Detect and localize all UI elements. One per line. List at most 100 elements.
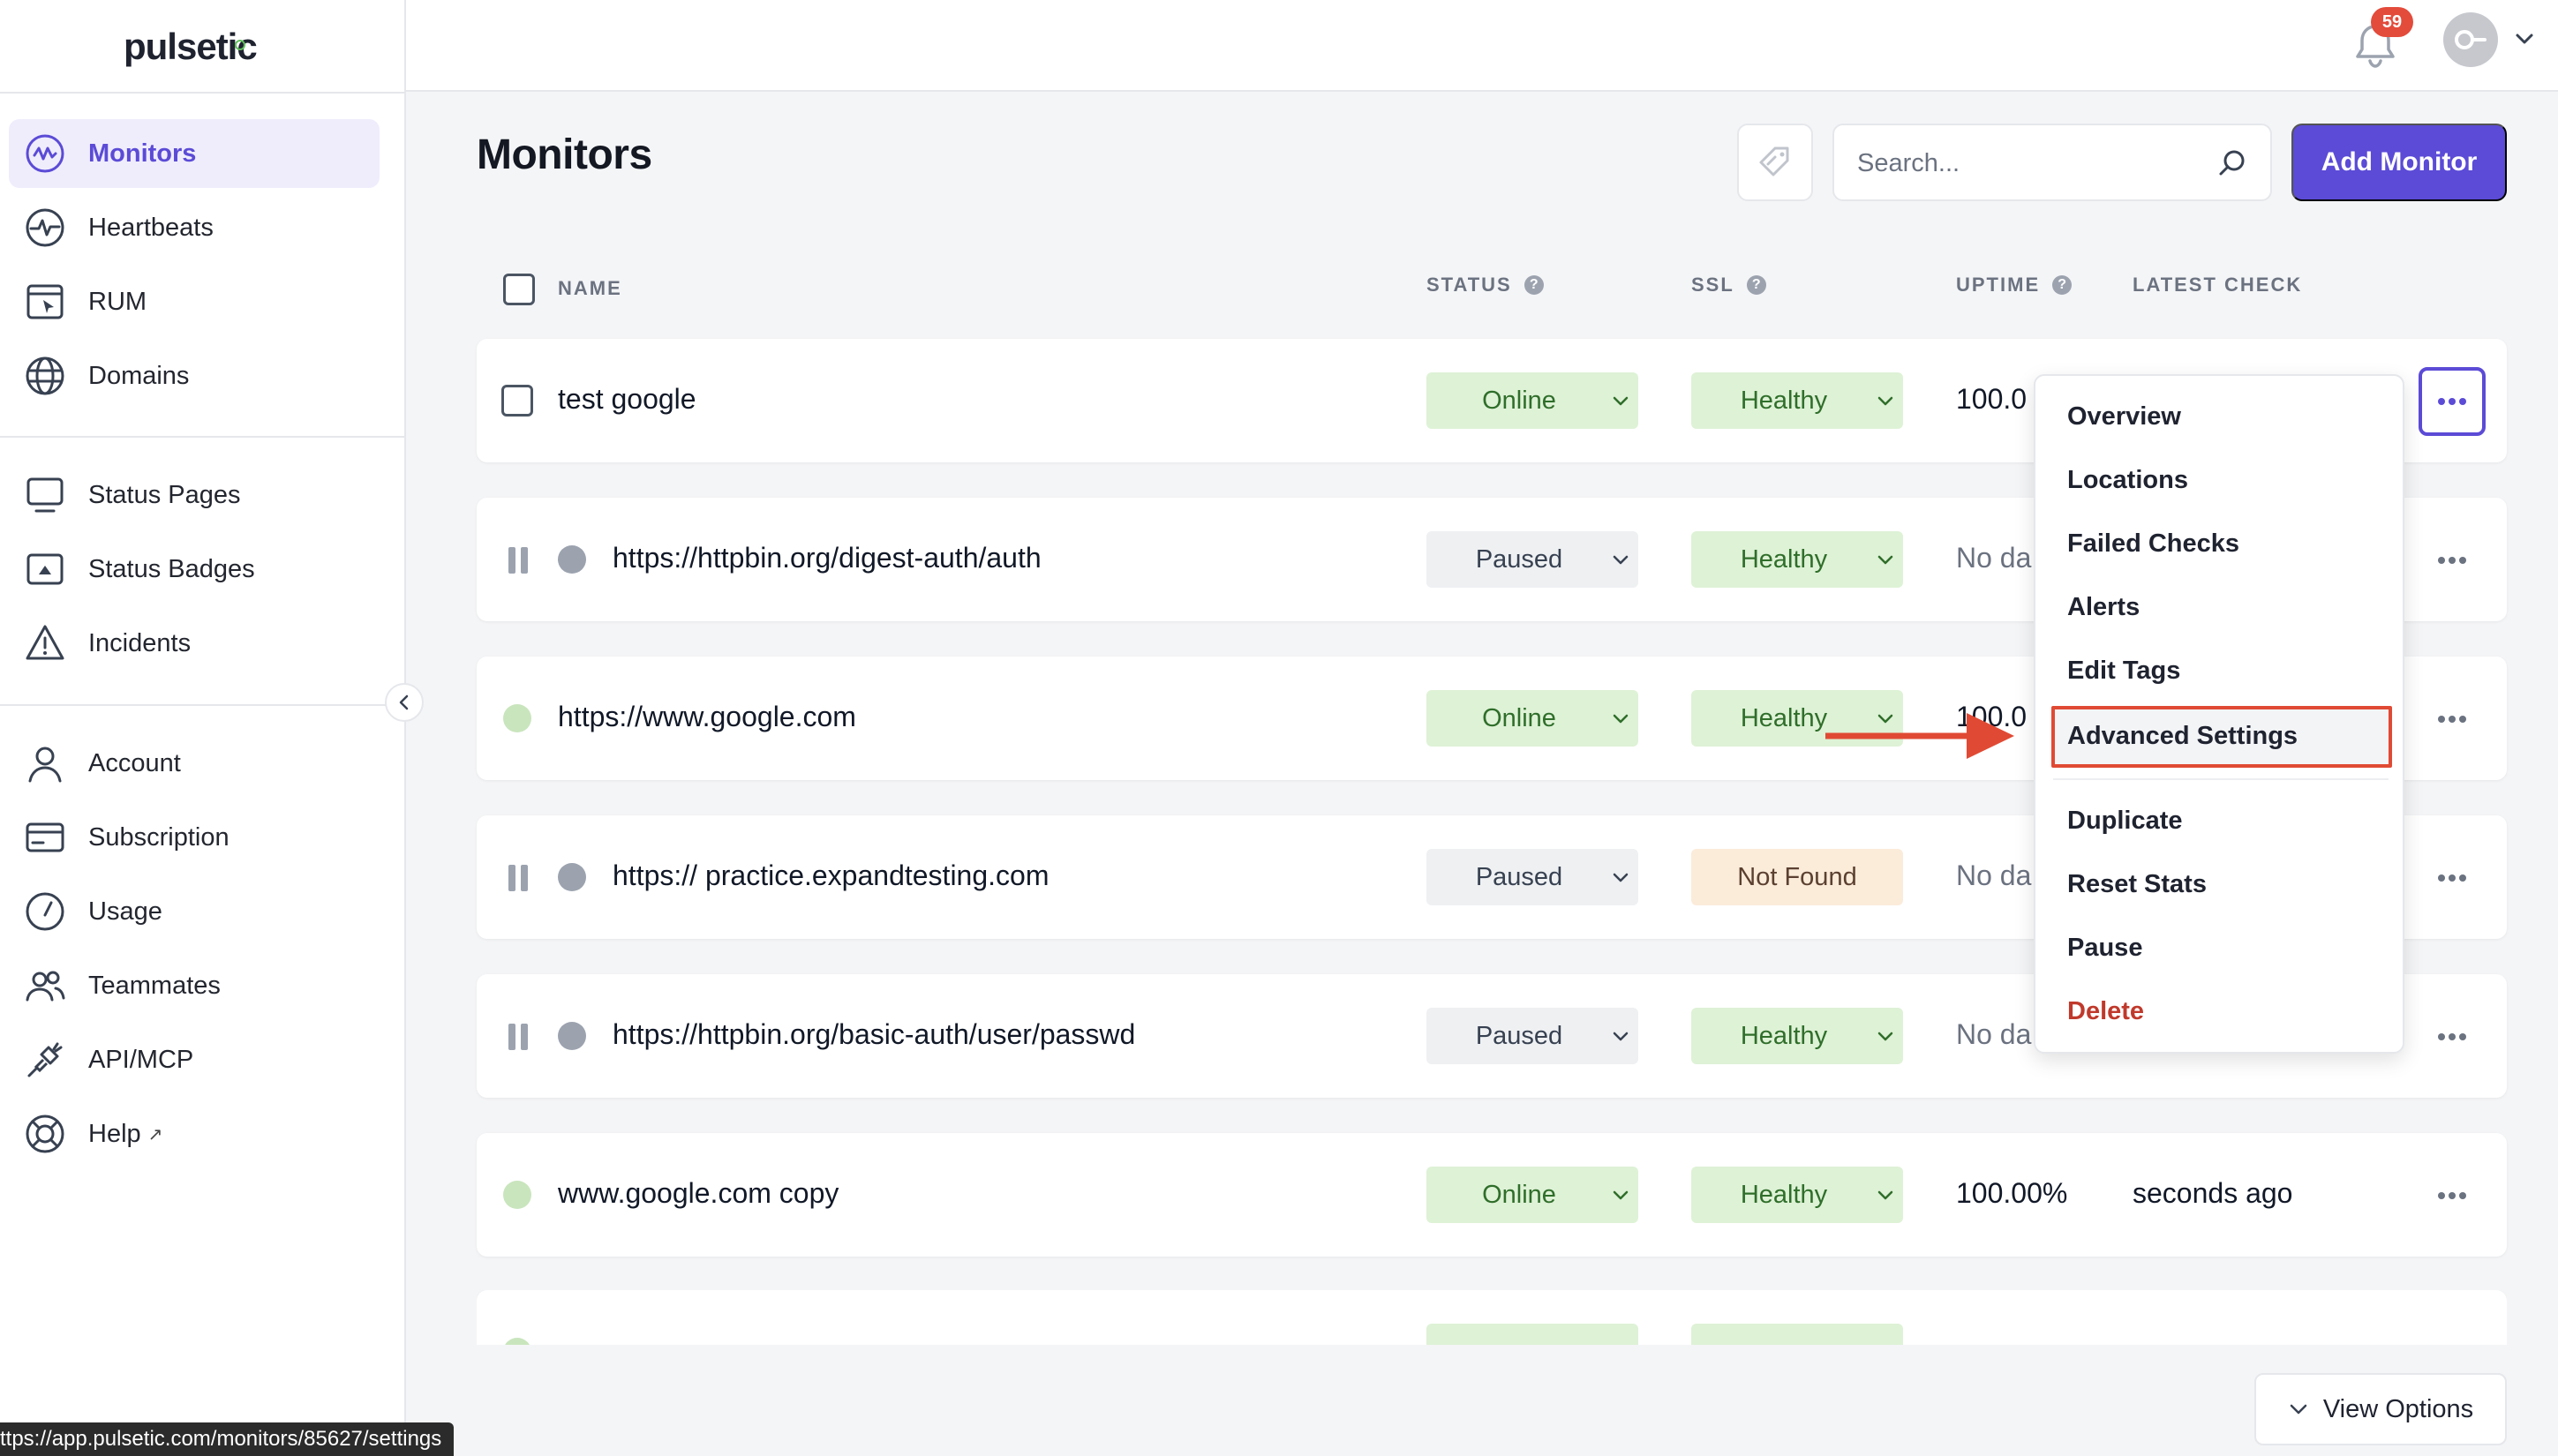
sidebar-item-label: Domains xyxy=(88,361,190,390)
row-actions-button[interactable] xyxy=(2419,692,2486,747)
chevron-down-icon xyxy=(1603,709,1638,728)
chevron-down-icon[interactable] xyxy=(2514,28,2535,49)
chevron-down-icon xyxy=(1603,1026,1638,1046)
status-dot xyxy=(503,704,531,732)
help-icon[interactable]: ? xyxy=(2052,275,2073,295)
avatar[interactable] xyxy=(2443,12,2498,67)
column-name[interactable]: NAME xyxy=(558,277,622,300)
row-actions-button[interactable] xyxy=(2419,533,2486,588)
sidebar-item-teammates[interactable]: Teammates xyxy=(9,951,380,1020)
status-select[interactable]: Paused xyxy=(1426,1008,1638,1064)
status-select[interactable]: Paused xyxy=(1426,531,1638,588)
status-dot xyxy=(503,1181,531,1209)
ssl-select[interactable]: Healthy xyxy=(1691,1167,1903,1223)
ssl-select[interactable]: Healthy xyxy=(1691,372,1903,429)
sidebar-item-domains[interactable]: Domains xyxy=(9,341,380,410)
menu-item-reset-stats[interactable]: Reset Stats xyxy=(2067,859,2367,909)
monitor-name[interactable]: https:// practice.expandtesting.com xyxy=(613,859,1049,892)
menu-item-edit-tags[interactable]: Edit Tags xyxy=(2067,646,2367,695)
table-row[interactable] xyxy=(477,1290,2507,1345)
row-actions-button[interactable] xyxy=(2419,1168,2486,1223)
sidebar-item-rum[interactable]: RUM xyxy=(9,267,380,336)
column-latest-label: LATEST CHECK xyxy=(2133,274,2303,296)
help-icon[interactable]: ? xyxy=(1746,275,1766,295)
column-latest-check[interactable]: LATEST CHECK xyxy=(2133,274,2302,296)
ssl-value: Not Found xyxy=(1737,862,1857,891)
menu-item-delete[interactable]: Delete xyxy=(2067,987,2367,1036)
sidebar-item-account[interactable]: Account xyxy=(9,729,380,798)
ssl-select[interactable] xyxy=(1691,1324,1903,1345)
status-select[interactable]: Paused xyxy=(1426,849,1638,905)
status-select[interactable] xyxy=(1426,1324,1638,1345)
row-actions-button[interactable] xyxy=(2419,367,2486,436)
table-row-clipped xyxy=(477,1290,2507,1345)
menu-item-duplicate[interactable]: Duplicate xyxy=(2067,796,2367,845)
menu-item-overview[interactable]: Overview xyxy=(2067,392,2367,441)
sidebar-item-heartbeats[interactable]: Heartbeats xyxy=(9,193,380,262)
sidebar-item-monitors[interactable]: Monitors xyxy=(9,119,380,188)
menu-item-locations[interactable]: Locations xyxy=(2067,455,2367,505)
sidebar-item-label: RUM xyxy=(88,287,147,316)
sidebar-item-status-badges[interactable]: Status Badges xyxy=(9,535,380,604)
select-all-checkbox[interactable] xyxy=(503,274,535,305)
sidebar-item-status-pages[interactable]: Status Pages xyxy=(9,461,380,529)
ssl-select[interactable]: Healthy xyxy=(1691,531,1903,588)
sidebar-item-help[interactable]: Help ↗ xyxy=(9,1100,380,1168)
table-row[interactable]: www.google.com copy Online Healthy 100.0… xyxy=(477,1133,2507,1257)
monitor-name[interactable]: www.google.com copy xyxy=(558,1177,839,1210)
search-input[interactable] xyxy=(1857,141,2193,185)
row-actions-button[interactable] xyxy=(2419,1009,2486,1064)
row-actions-button[interactable] xyxy=(2419,851,2486,905)
status-value: Paused xyxy=(1475,862,1563,891)
page-title: Monitors xyxy=(477,131,652,178)
chevron-down-icon xyxy=(1868,391,1903,410)
sidebar-item-label: Incidents xyxy=(88,628,192,657)
sidebar-divider xyxy=(0,436,404,438)
monitor-name[interactable]: https://httpbin.org/basic-auth/user/pass… xyxy=(613,1018,1135,1051)
chevron-down-icon xyxy=(1603,550,1638,569)
sidebar-item-label: Heartbeats xyxy=(88,213,214,242)
menu-item-pause[interactable]: Pause xyxy=(2067,923,2367,972)
collapse-sidebar-button[interactable] xyxy=(385,683,424,722)
add-monitor-button[interactable]: Add Monitor xyxy=(2291,124,2507,201)
browser-cursor-icon xyxy=(23,280,67,324)
column-ssl[interactable]: SSL? xyxy=(1691,274,1766,296)
menu-item-advanced-settings[interactable]: Advanced Settings xyxy=(2067,711,2367,761)
menu-item-failed-checks[interactable]: Failed Checks xyxy=(2067,519,2367,568)
chevron-down-icon xyxy=(1603,867,1638,887)
monitor-name[interactable]: https://httpbin.org/digest-auth/auth xyxy=(613,542,1042,574)
status-dot xyxy=(558,545,586,574)
user-icon xyxy=(23,741,67,785)
badge-icon xyxy=(23,547,67,591)
ssl-value: Healthy xyxy=(1740,1180,1828,1209)
plug-icon xyxy=(23,1038,67,1082)
column-name-label: NAME xyxy=(558,277,622,299)
tags-filter-button[interactable] xyxy=(1737,124,1813,201)
latest-check-value: seconds ago xyxy=(2133,1177,2293,1209)
chevron-down-icon xyxy=(2290,1404,2307,1415)
ssl-value: Healthy xyxy=(1740,386,1828,415)
sidebar-item-usage[interactable]: Usage xyxy=(9,877,380,946)
sidebar-item-incidents[interactable]: Incidents xyxy=(9,609,380,678)
monitor-name[interactable]: test google xyxy=(558,383,696,416)
app-logo[interactable]: pulsetic xyxy=(124,16,258,78)
chevron-down-icon xyxy=(1868,1185,1903,1205)
view-options-button[interactable]: View Options xyxy=(2254,1373,2507,1445)
menu-item-alerts[interactable]: Alerts xyxy=(2067,582,2367,632)
ssl-select[interactable]: Healthy xyxy=(1691,1008,1903,1064)
status-value: Paused xyxy=(1475,1021,1563,1050)
chevron-down-icon xyxy=(1603,391,1638,410)
column-status[interactable]: STATUS? xyxy=(1426,274,1544,296)
column-uptime[interactable]: UPTIME? xyxy=(1956,274,2073,296)
sidebar-item-subscription[interactable]: Subscription xyxy=(9,803,380,872)
status-select[interactable]: Online xyxy=(1426,1167,1638,1223)
status-value: Online xyxy=(1482,703,1556,732)
row-checkbox[interactable] xyxy=(501,385,533,417)
help-icon[interactable]: ? xyxy=(1524,275,1544,295)
status-select[interactable]: Online xyxy=(1426,372,1638,429)
sidebar-item-api-mcp[interactable]: API/MCP xyxy=(9,1025,380,1094)
select-all-checkbox-wrap xyxy=(503,274,535,305)
search-icon[interactable] xyxy=(2216,146,2249,180)
monitor-name[interactable]: https://www.google.com xyxy=(558,701,856,733)
status-select[interactable]: Online xyxy=(1426,690,1638,747)
